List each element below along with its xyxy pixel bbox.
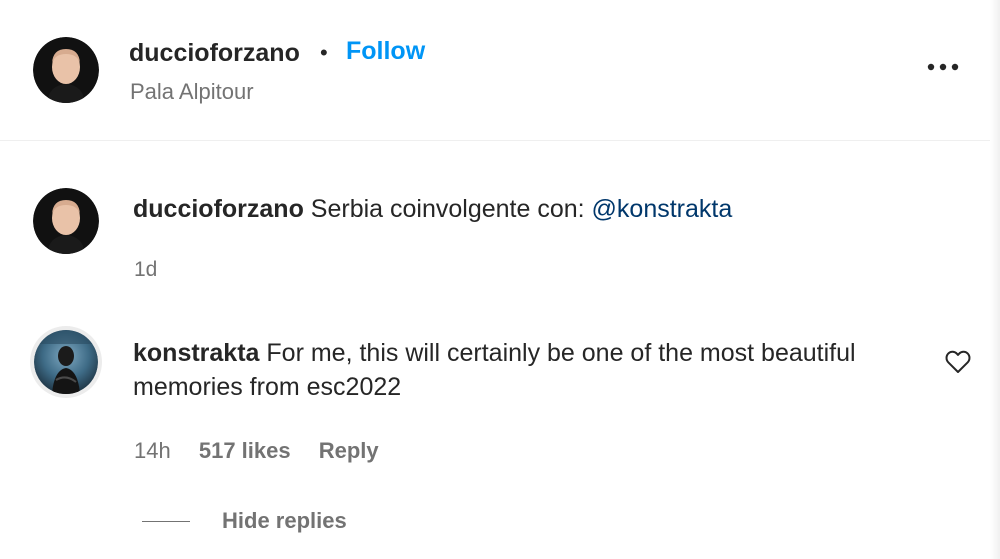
panel-edge-shadow [990, 0, 1000, 559]
post-header: duccioforzano • Follow Pala Alpitour [0, 0, 990, 141]
reply-likes-count[interactable]: 517 likes [199, 438, 291, 463]
hide-replies-label: Hide replies [222, 508, 347, 533]
reply-meta: 14h 517 likes Reply [134, 436, 401, 466]
avatar-image [33, 37, 99, 103]
reply-comment: konstrakta For me, this will certainly b… [133, 336, 893, 404]
separator-dot: • [320, 40, 328, 65]
more-horizontal-icon [927, 63, 959, 71]
post-comments-panel: duccioforzano • Follow Pala Alpitour duc… [0, 0, 1000, 559]
more-options-button[interactable] [920, 52, 966, 82]
post-location[interactable]: Pala Alpitour [130, 78, 254, 106]
author-avatar[interactable] [33, 37, 99, 103]
caption-username[interactable]: duccioforzano [133, 195, 304, 223]
like-comment-button[interactable] [942, 346, 974, 378]
hide-replies-button[interactable]: Hide replies [142, 506, 347, 536]
thread-divider-line [142, 520, 190, 522]
caption-timestamp: 1d [134, 258, 158, 281]
caption: duccioforzano Serbia coinvolgente con: @… [133, 193, 732, 225]
author-username[interactable]: duccioforzano [129, 37, 300, 69]
reply-timestamp[interactable]: 14h [134, 438, 171, 463]
reply-author-avatar[interactable] [34, 330, 98, 394]
heart-outline-icon [945, 350, 971, 373]
reply-button[interactable]: Reply [319, 438, 379, 463]
reply-username[interactable]: konstrakta [133, 339, 259, 367]
caption-text: Serbia coinvolgente con: [310, 195, 592, 223]
caption-author-avatar[interactable] [33, 188, 99, 254]
caption-mention[interactable]: @konstrakta [592, 195, 733, 223]
avatar-image [33, 188, 99, 254]
avatar-image [34, 330, 98, 394]
follow-button[interactable]: Follow [346, 35, 425, 67]
